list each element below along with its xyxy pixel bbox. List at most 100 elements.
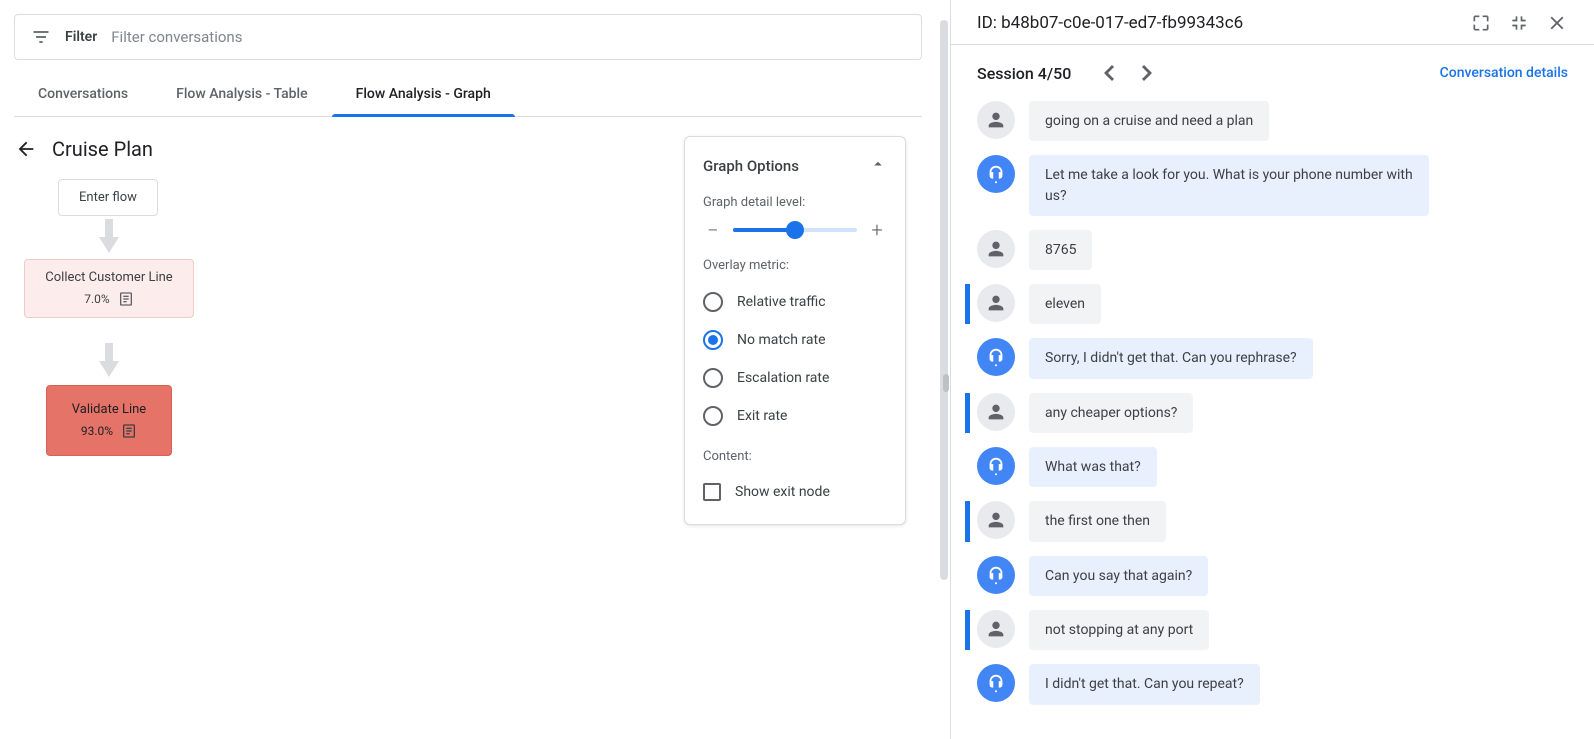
radio-icon (703, 292, 723, 312)
message-row[interactable]: not stopping at any port (965, 610, 1568, 650)
node-metric-row: 7.0% (39, 291, 179, 307)
flow-title: Cruise Plan (52, 137, 153, 161)
tabs: Conversations Flow Analysis - Table Flow… (14, 74, 922, 117)
agent-avatar-icon (977, 338, 1015, 376)
message-row[interactable]: Sorry, I didn't get that. Can you rephra… (965, 338, 1568, 378)
slider-plus-button[interactable]: + (867, 220, 887, 240)
log-icon[interactable] (118, 291, 134, 307)
detail-slider[interactable]: − + (703, 220, 887, 240)
node-label: Enter flow (79, 190, 137, 205)
checkbox-label: Show exit node (735, 484, 830, 500)
tab-flow-graph[interactable]: Flow Analysis - Graph (332, 74, 515, 116)
radio-exit-rate[interactable]: Exit rate (703, 397, 887, 435)
agent-avatar-icon (977, 155, 1015, 193)
radio-relative-traffic[interactable]: Relative traffic (703, 283, 887, 321)
message-row[interactable]: 8765 (965, 230, 1568, 270)
header-icon-group (1470, 12, 1568, 34)
node-metric: 7.0% (84, 292, 109, 306)
agent-avatar-icon (977, 556, 1015, 594)
message-row[interactable]: any cheaper options? (965, 393, 1568, 433)
message-bubble: Can you say that again? (1029, 556, 1208, 596)
slider-track[interactable] (733, 228, 857, 232)
arrow-connector (99, 343, 119, 377)
filter-label: Filter (65, 29, 97, 45)
user-avatar-icon (977, 501, 1015, 539)
node-label: Collect Customer Line (39, 270, 179, 285)
back-arrow-icon[interactable] (14, 137, 38, 161)
message-bubble: Sorry, I didn't get that. Can you rephra… (1029, 338, 1313, 378)
user-avatar-icon (977, 230, 1015, 268)
checkbox-icon (703, 483, 721, 501)
user-avatar-icon (977, 284, 1015, 322)
message-bubble: the first one then (1029, 501, 1166, 541)
session-nav: Session 4/50 (977, 59, 1161, 87)
graph-options-header[interactable]: Graph Options (703, 155, 887, 177)
content-label: Content: (703, 449, 887, 464)
node-label: Validate Line (57, 402, 161, 417)
message-row[interactable]: the first one then (965, 501, 1568, 541)
radio-icon (703, 406, 723, 426)
message-row[interactable]: Can you say that again? (965, 556, 1568, 596)
tab-conversations[interactable]: Conversations (14, 74, 152, 116)
log-icon[interactable] (121, 423, 137, 439)
message-bubble: going on a cruise and need a plan (1029, 101, 1269, 141)
user-avatar-icon (977, 610, 1015, 648)
radio-label: Relative traffic (737, 294, 826, 310)
session-label: Session 4/50 (977, 64, 1071, 83)
detail-level-label: Graph detail level: (703, 195, 887, 210)
node-collect-customer-line[interactable]: Collect Customer Line 7.0% (24, 259, 194, 318)
filter-bar[interactable]: Filter Filter conversations (14, 14, 922, 60)
scrollbar-track[interactable] (938, 130, 950, 729)
agent-avatar-icon (977, 664, 1015, 702)
tab-flow-table[interactable]: Flow Analysis - Table (152, 74, 332, 116)
message-bubble: What was that? (1029, 447, 1157, 487)
radio-icon (703, 368, 723, 388)
filter-placeholder: Filter conversations (111, 28, 242, 46)
message-bubble: not stopping at any port (1029, 610, 1209, 650)
arrow-connector (99, 219, 119, 253)
right-pane: ID: b48b07-c0e-017-ed7-fb99343c6 Session… (951, 0, 1594, 739)
filter-icon (31, 27, 51, 47)
messages-list[interactable]: going on a cruise and need a plan Let me … (951, 87, 1594, 739)
session-subheader: Session 4/50 Conversation details (951, 45, 1594, 87)
slider-thumb[interactable] (786, 221, 804, 239)
fullscreen-icon[interactable] (1470, 12, 1492, 34)
radio-no-match-rate[interactable]: No match rate (703, 321, 887, 359)
radio-escalation-rate[interactable]: Escalation rate (703, 359, 887, 397)
conversation-id: ID: b48b07-c0e-017-ed7-fb99343c6 (977, 13, 1243, 33)
message-bubble: I didn't get that. Can you repeat? (1029, 664, 1260, 704)
graph-options-title: Graph Options (703, 157, 799, 175)
close-icon[interactable] (1546, 12, 1568, 34)
edge-indicator (943, 374, 949, 392)
radio-label: Escalation rate (737, 370, 829, 386)
message-row[interactable]: eleven (965, 284, 1568, 324)
chevron-up-icon[interactable] (869, 155, 887, 177)
node-enter-flow[interactable]: Enter flow (58, 179, 158, 216)
message-row[interactable]: Let me take a look for you. What is your… (965, 155, 1568, 216)
left-pane: Filter Filter conversations Conversation… (0, 0, 950, 739)
conversation-header: ID: b48b07-c0e-017-ed7-fb99343c6 (951, 0, 1594, 45)
message-bubble: any cheaper options? (1029, 393, 1193, 433)
user-avatar-icon (977, 393, 1015, 431)
node-metric-row: 93.0% (57, 423, 161, 439)
scrollbar-thumb[interactable] (940, 20, 948, 580)
radio-label: No match rate (737, 332, 826, 348)
exit-fullscreen-icon[interactable] (1508, 12, 1530, 34)
message-row[interactable]: What was that? (965, 447, 1568, 487)
user-avatar-icon (977, 101, 1015, 139)
message-bubble: 8765 (1029, 230, 1092, 270)
conversation-details-link[interactable]: Conversation details (1440, 65, 1568, 81)
overlay-metric-label: Overlay metric: (703, 258, 887, 273)
radio-icon (703, 330, 723, 350)
agent-avatar-icon (977, 447, 1015, 485)
radio-label: Exit rate (737, 408, 787, 424)
message-row[interactable]: going on a cruise and need a plan (965, 101, 1568, 141)
checkbox-show-exit-node[interactable]: Show exit node (703, 474, 887, 510)
message-row[interactable]: I didn't get that. Can you repeat? (965, 664, 1568, 704)
prev-session-button[interactable] (1095, 59, 1123, 87)
slider-minus-button[interactable]: − (703, 220, 723, 240)
message-bubble: eleven (1029, 284, 1101, 324)
graph-options-panel: Graph Options Graph detail level: − + Ov… (684, 136, 906, 525)
node-validate-line[interactable]: Validate Line 93.0% (46, 385, 172, 456)
next-session-button[interactable] (1133, 59, 1161, 87)
